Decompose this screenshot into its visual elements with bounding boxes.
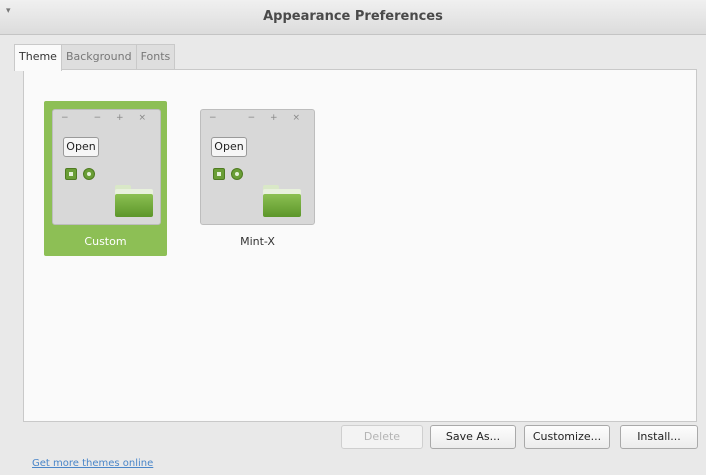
delete-button[interactable]: Delete [341,425,423,449]
folder-icon [115,185,153,217]
preview-open-button: Open [211,137,247,157]
preview-menu-icon: − [209,113,217,123]
preview-open-button: Open [63,137,99,157]
preview-window-buttons-icon: − + × [247,113,306,123]
preview-radio-icon [83,168,95,180]
preview-radio-icon [231,168,243,180]
theme-preview: − − + × Open [52,109,161,225]
theme-item-mint-x[interactable]: − − + × Open Mint-X [196,101,319,256]
tab-bar: Theme Background Fonts [14,44,176,71]
get-more-themes-link[interactable]: Get more themes online [32,458,153,469]
preview-menu-icon: − [61,113,69,123]
tab-fonts[interactable]: Fonts [135,44,176,69]
preview-window-controls: − − + × [209,113,306,123]
install-button[interactable]: Install... [620,425,698,449]
save-as-button[interactable]: Save As... [430,425,516,449]
theme-name: Mint-X [240,235,275,248]
preview-checkbox-icon [65,168,77,180]
theme-preview: − − + × Open [200,109,315,225]
window-title: Appearance Preferences [263,9,443,24]
folder-icon [263,185,301,217]
preview-checkbox-icon [213,168,225,180]
tab-theme[interactable]: Theme [14,44,62,71]
preview-window-buttons-icon: − + × [93,113,152,123]
theme-list-panel: − − + × Open Custom − − + × Open Mint-X [23,69,697,422]
preview-window-controls: − − + × [61,113,152,123]
tab-background[interactable]: Background [60,44,137,69]
customize-button[interactable]: Customize... [524,425,610,449]
theme-item-custom[interactable]: − − + × Open Custom [44,101,167,256]
title-bar: ▾ Appearance Preferences [0,0,706,35]
theme-name: Custom [84,235,127,248]
